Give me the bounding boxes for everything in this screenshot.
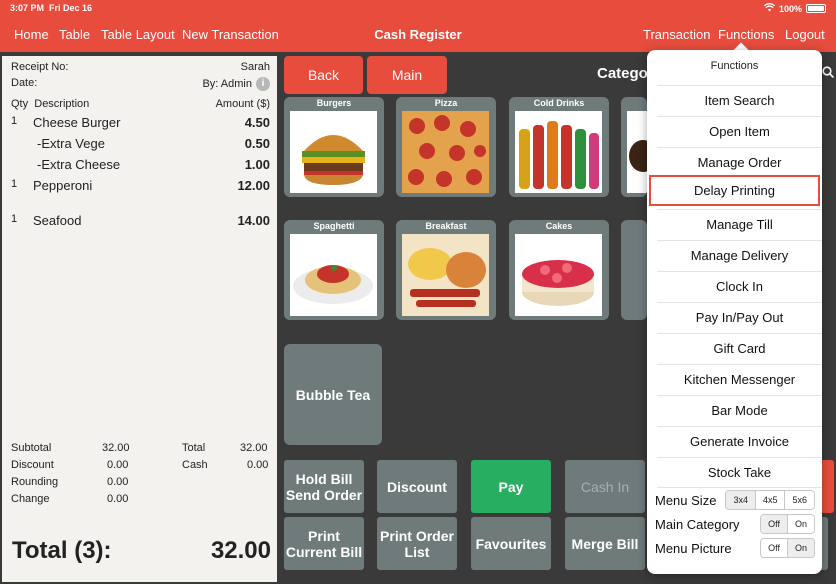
category-tile-spaghetti[interactable]: Spaghetti	[284, 220, 384, 320]
receipt-no-row: Receipt No: Sarah	[11, 61, 270, 73]
cakes-image	[515, 234, 602, 316]
functions-popover: Functions Item Search Open Item Manage O…	[647, 50, 822, 574]
rounding-label: Rounding	[11, 476, 59, 488]
menu-item-clock-in[interactable]: Clock In	[657, 271, 822, 302]
discount-button[interactable]: Discount	[377, 460, 457, 513]
menu-picture-off[interactable]: Off	[761, 539, 787, 557]
receipt-by: By: Admin	[202, 78, 252, 90]
category-tile-pizza[interactable]: Pizza	[396, 97, 496, 197]
merge-bill-button[interactable]: Merge Bill	[565, 517, 645, 570]
menu-size-option[interactable]: 5x6	[784, 491, 814, 509]
receipt-panel: Receipt No: Sarah Date: By: Admin i Qty D…	[2, 56, 277, 582]
category-tile-bubble-tea[interactable]: Bubble Tea	[284, 344, 382, 445]
category-tile-cold-drinks[interactable]: Cold Drinks	[509, 97, 609, 197]
back-button[interactable]: Back	[284, 56, 363, 94]
grand-total: Total (3): 32.00	[12, 537, 271, 564]
total-value: 32.00	[240, 442, 268, 454]
main-button[interactable]: Main	[367, 56, 447, 94]
menu-item-manage-till[interactable]: Manage Till	[657, 209, 822, 240]
menu-item-manage-delivery[interactable]: Manage Delivery	[657, 240, 822, 271]
category-label: Catego	[597, 65, 648, 82]
receipt-line-item[interactable]: 1 Cheese Burger 4.50	[11, 115, 270, 130]
top-bar: 3:07 PM Fri Dec 16 100% Home Table Table…	[0, 0, 836, 52]
pay-button[interactable]: Pay	[471, 460, 551, 513]
change-value: 0.00	[107, 493, 129, 505]
subtotal-label: Subtotal	[11, 442, 52, 454]
menu-item-item-search[interactable]: Item Search	[657, 85, 822, 116]
receipt-modifier-item[interactable]: -Extra Cheese 1.00	[11, 157, 270, 172]
menu-size-segmented-control: 3x4 4x5 5x6	[725, 490, 815, 510]
popover-title: Functions	[710, 60, 759, 72]
info-icon[interactable]: i	[256, 77, 270, 91]
menu-size-option[interactable]: 3x4	[726, 491, 755, 509]
receipt-header-row: Qty Description Amount ($)	[11, 98, 270, 110]
nav-functions[interactable]: Functions	[718, 27, 774, 42]
nav-logout[interactable]: Logout	[785, 27, 825, 42]
nav-new-transaction[interactable]: New Transaction	[182, 27, 279, 42]
menu-size-setting: Menu Size 3x4 4x5 5x6	[655, 489, 815, 511]
subtotal-value: 32.00	[102, 442, 130, 454]
cash-value: 0.00	[247, 459, 269, 471]
menu-item-bar-mode[interactable]: Bar Mode	[657, 395, 822, 426]
main-category-off[interactable]: Off	[761, 515, 787, 533]
category-tile-cakes[interactable]: Cakes	[509, 220, 609, 320]
print-current-bill-button[interactable]: Print Current Bill	[284, 517, 364, 570]
coffee-image	[627, 111, 647, 193]
menu-picture-toggle: Off On	[760, 538, 815, 558]
burger-image	[290, 111, 377, 193]
pizza-image	[402, 111, 489, 193]
menu-item-pay-in-pay-out[interactable]: Pay In/Pay Out	[657, 302, 822, 333]
main-category-on[interactable]: On	[786, 515, 814, 533]
battery-icon	[806, 4, 826, 13]
menu-picture-setting: Menu Picture Off On	[655, 537, 815, 559]
status-time-date: 3:07 PM Fri Dec 16	[10, 3, 93, 13]
battery-percent: 100%	[778, 3, 802, 14]
wifi-icon	[763, 3, 776, 14]
cold-drinks-image	[515, 111, 602, 193]
discount-value: 0.00	[107, 459, 129, 471]
receipt-modifier-item[interactable]: -Extra Vege 0.50	[11, 136, 270, 151]
hold-bill-send-order-button[interactable]: Hold Bill Send Order	[284, 460, 364, 513]
favourites-button[interactable]: Favourites	[471, 517, 551, 570]
change-label: Change	[11, 493, 50, 505]
menu-picture-on[interactable]: On	[786, 539, 814, 557]
category-tile-partial[interactable]	[621, 220, 647, 320]
menu-item-generate-invoice[interactable]: Generate Invoice	[657, 426, 822, 457]
main-category-setting: Main Category Off On	[655, 513, 815, 535]
menu-item-kitchen-messenger[interactable]: Kitchen Messenger	[657, 364, 822, 395]
category-tile-burgers[interactable]: Burgers	[284, 97, 384, 197]
menu-item-stock-take[interactable]: Stock Take	[657, 457, 822, 488]
discount-label: Discount	[11, 459, 54, 471]
nav-home[interactable]: Home	[14, 27, 49, 42]
category-tile-breakfast[interactable]: Breakfast	[396, 220, 496, 320]
menu-item-open-item[interactable]: Open Item	[657, 116, 822, 147]
nav-transaction[interactable]: Transaction	[643, 27, 710, 42]
main-category-toggle: Off On	[760, 514, 815, 534]
cash-in-button[interactable]: Cash In	[565, 460, 645, 513]
menu-item-delay-printing[interactable]: Delay Printing	[649, 175, 820, 206]
nav-table-layout[interactable]: Table Layout	[101, 27, 175, 42]
menu-item-gift-card[interactable]: Gift Card	[657, 333, 822, 364]
receipt-date-row: Date: By: Admin i	[11, 77, 270, 91]
rounding-value: 0.00	[107, 476, 129, 488]
print-order-list-button[interactable]: Print Order List	[377, 517, 457, 570]
total-label: Total	[182, 442, 206, 454]
menu-size-option[interactable]: 4x5	[754, 491, 785, 509]
spaghetti-image	[290, 234, 377, 316]
cash-label: Cash	[182, 459, 208, 471]
receipt-line-item[interactable]: 1 Seafood 14.00	[11, 213, 270, 228]
search-icon[interactable]	[822, 66, 835, 81]
status-indicators: 100%	[763, 3, 826, 14]
nav-table[interactable]: Table	[59, 27, 90, 42]
menu-item-manage-order[interactable]: Manage Order	[657, 147, 822, 178]
receipt-line-item[interactable]: 1 Pepperoni 12.00	[11, 178, 270, 193]
category-tile-partial[interactable]	[621, 97, 647, 197]
breakfast-image	[402, 234, 489, 316]
